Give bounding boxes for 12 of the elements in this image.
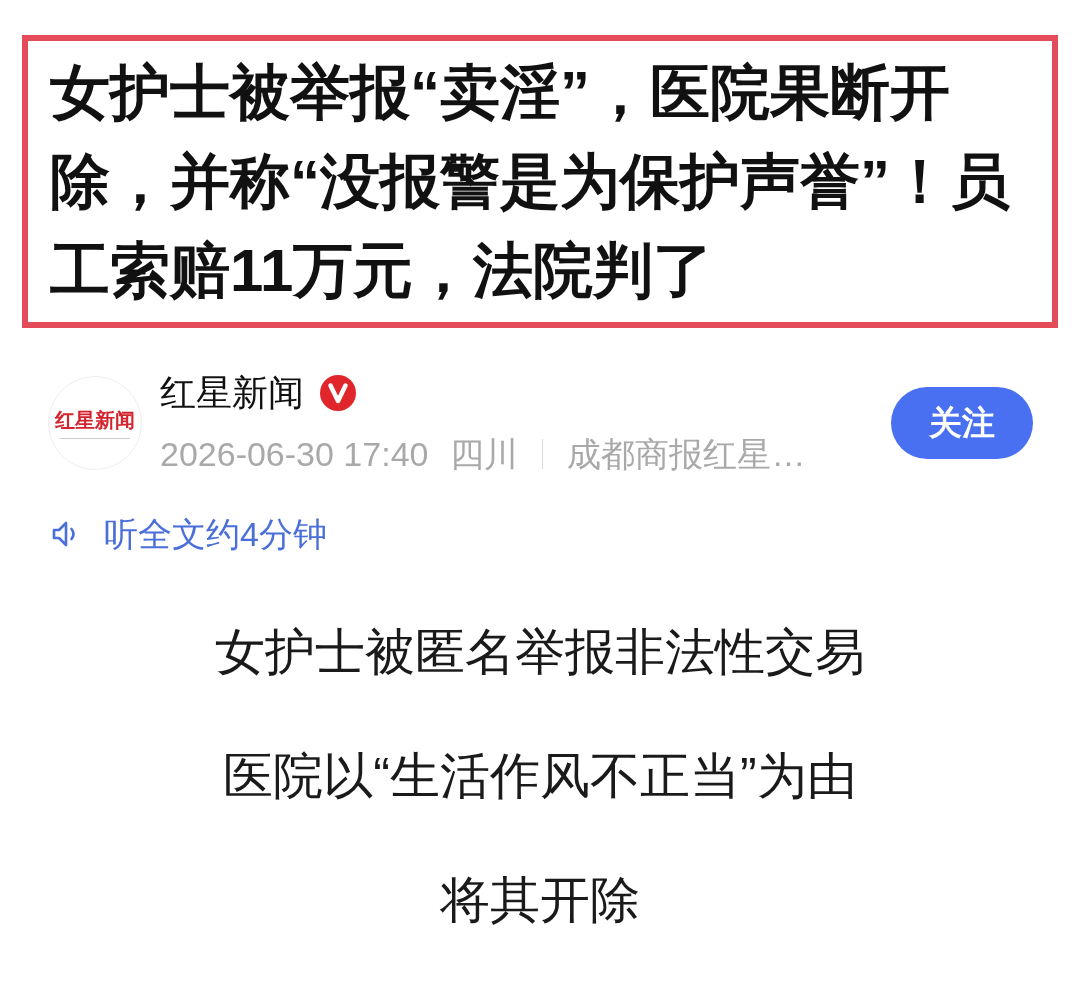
location-text: 四川 — [450, 434, 519, 475]
body-paragraph: 女护士被匿名举报非法性交易 — [215, 623, 865, 682]
publish-time: 2026-06-30 17:40 — [160, 434, 429, 475]
logo-text: 红星新闻 — [55, 407, 135, 432]
body-paragraph: 将其开除 — [440, 871, 640, 930]
source-text: 成都商报红星… — [567, 434, 806, 475]
author-name[interactable]: 红星新闻 — [160, 370, 304, 416]
follow-button[interactable]: 关注 — [891, 387, 1033, 459]
article-title: 女护士被举报“卖淫”，医院果断开除，并称“没报警是为保护声誉”！员工索赔11万元，法院判了 — [50, 58, 1011, 306]
body-paragraph: 医院以“生活作风不正当”为由 — [223, 747, 857, 806]
listen-link[interactable]: 听全文约4分钟 — [104, 512, 327, 556]
speaker-icon[interactable] — [52, 520, 78, 548]
